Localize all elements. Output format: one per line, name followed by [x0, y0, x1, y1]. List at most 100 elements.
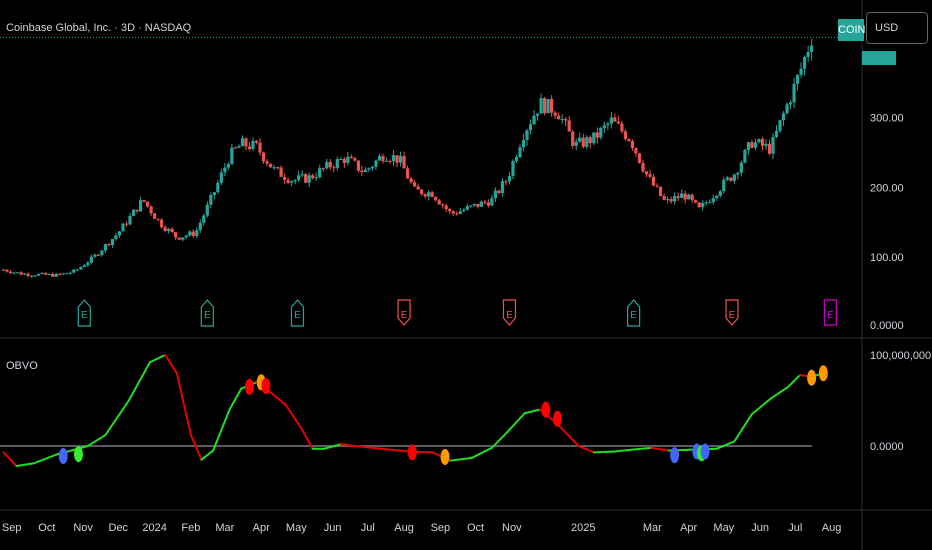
candle-body — [51, 274, 55, 277]
obvo-segment — [2, 451, 18, 468]
candle-body — [521, 139, 526, 148]
obvo-segment — [32, 453, 59, 465]
candle-body — [627, 139, 631, 141]
candle-body — [711, 198, 715, 203]
candle-body — [405, 168, 410, 179]
candle-body — [247, 146, 252, 150]
candle-body — [384, 160, 389, 162]
price-pane[interactable]: EEEEEEEE — [0, 36, 862, 327]
candle-body — [771, 137, 775, 154]
obvo-segment — [268, 390, 287, 407]
candle-body — [476, 203, 480, 207]
earnings-label: E — [294, 310, 301, 321]
price-tick-label: 100.00 — [870, 252, 904, 264]
candle-body — [687, 194, 691, 200]
earnings-label: E — [630, 310, 637, 321]
candle-body — [444, 205, 448, 210]
obvo-segment — [228, 387, 243, 411]
candle-body — [360, 170, 364, 173]
candle-body — [743, 149, 747, 163]
candle-body — [725, 177, 729, 180]
candle-body — [349, 156, 353, 159]
candle-body — [391, 155, 396, 162]
candle-body — [181, 237, 185, 240]
obvo-segment — [86, 434, 107, 447]
candle-body — [441, 204, 445, 206]
candle-body — [370, 166, 375, 169]
candle-body — [732, 174, 736, 181]
candle-body — [363, 169, 368, 173]
obvo-segment — [189, 434, 203, 461]
earnings-label: E — [401, 310, 408, 321]
candle-body — [490, 198, 494, 206]
candle-body — [458, 211, 462, 215]
signal-dot-orange — [807, 369, 817, 386]
time-tick-label: Mar — [643, 522, 662, 534]
candle-body — [170, 228, 174, 233]
candle-body — [525, 130, 529, 140]
chart-canvas[interactable]: E E E E E E E E 100.00 200.00 300.00 0.0000 100,000… — [0, 0, 932, 550]
candle-body — [641, 162, 645, 172]
candle-body — [328, 161, 332, 168]
candle-body — [261, 152, 266, 162]
obvo-segment — [523, 408, 541, 415]
candle-body — [121, 223, 125, 232]
candle-body — [673, 196, 677, 202]
candle-body — [560, 118, 564, 120]
candle-body — [184, 235, 188, 238]
candle-body — [413, 182, 417, 187]
signal-dot-green — [73, 446, 83, 463]
candle-body — [188, 231, 192, 236]
candle-body — [131, 209, 136, 216]
candle-body — [788, 102, 793, 105]
candle-body — [174, 232, 178, 238]
candle-body — [500, 181, 505, 193]
candle-body — [314, 177, 318, 179]
candle-body — [124, 223, 129, 225]
indicator-name: OBVO — [6, 360, 38, 372]
signal-dot-red — [407, 444, 417, 461]
candle-body — [497, 190, 501, 193]
candle-body — [535, 113, 540, 116]
candle-body — [665, 199, 670, 201]
candle-body — [511, 161, 515, 176]
candle-body — [630, 140, 635, 149]
candle-body — [644, 171, 649, 175]
candle-body — [781, 113, 786, 121]
signal-dot-red — [552, 410, 562, 427]
candle-body — [325, 161, 329, 169]
candle-body — [409, 178, 413, 183]
candle-body — [472, 203, 476, 206]
candle-body — [430, 192, 434, 197]
candle-body — [40, 272, 44, 274]
time-tick-label: Jun — [324, 522, 342, 534]
time-tick-label: Oct — [467, 522, 484, 534]
signal-dot-red — [261, 377, 271, 394]
candle-body — [694, 200, 698, 203]
ticker-badge: COIN — [838, 19, 866, 41]
candle-body — [47, 274, 51, 276]
candle-body — [792, 83, 796, 103]
candle-body — [722, 179, 726, 192]
candle-body — [655, 185, 659, 187]
candle-body — [65, 273, 69, 275]
candle-body — [293, 180, 297, 182]
candle-body — [760, 139, 765, 146]
obvo-segment — [750, 397, 772, 416]
candle-body — [795, 74, 800, 84]
candle-body — [254, 140, 259, 143]
currency-button[interactable]: USD — [866, 12, 928, 44]
obvo-segment — [592, 450, 616, 454]
candle-body — [493, 190, 498, 199]
candle-body — [620, 123, 624, 132]
candle-body — [19, 272, 23, 275]
earnings-label: E — [506, 310, 513, 321]
candle-body — [272, 167, 276, 169]
obvo-pane[interactable] — [0, 354, 828, 468]
candle-body — [543, 98, 547, 114]
candle-body — [356, 160, 360, 171]
obvo-segment — [175, 372, 192, 437]
axes: 100.00 200.00 300.00 0.0000 100,000,000.00 0.… — [0, 0, 932, 550]
candle-body — [114, 235, 118, 239]
candle-body — [623, 131, 628, 140]
